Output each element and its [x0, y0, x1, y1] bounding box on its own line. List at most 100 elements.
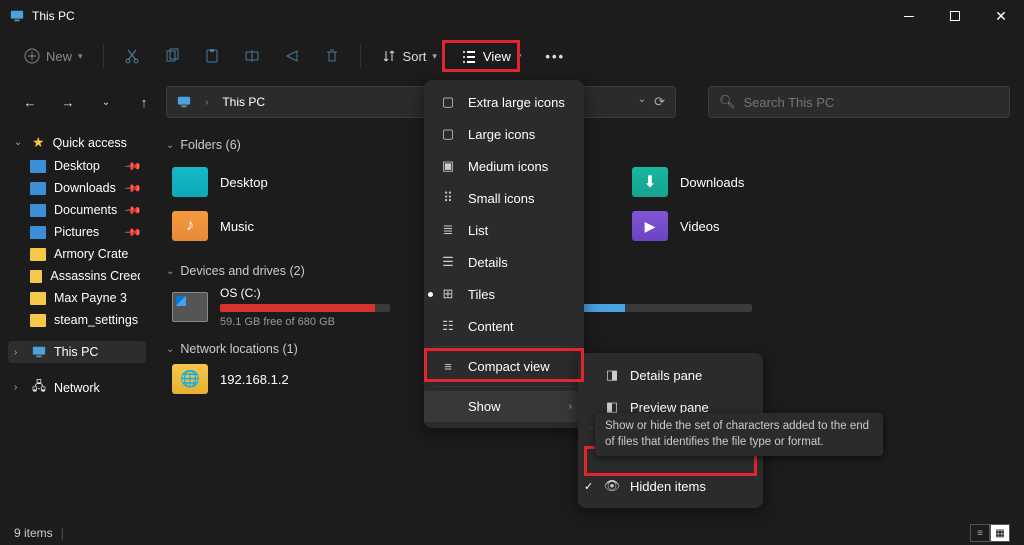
folder-icon	[30, 270, 42, 283]
layout-toggle: ≡ ▦	[970, 524, 1010, 542]
delete-button[interactable]	[314, 42, 350, 70]
folder-icon	[30, 314, 46, 327]
selected-dot-icon	[428, 292, 433, 297]
group-header-drives[interactable]: ⌄Devices and drives (2)	[166, 264, 1008, 278]
more-button[interactable]: •••	[535, 43, 575, 70]
sidebar-item-label: Assassins Creed Uni	[50, 269, 140, 283]
tiles-layout-button[interactable]: ▦	[990, 524, 1010, 542]
folder-item-downloads[interactable]: ⬇Downloads	[632, 160, 832, 204]
separator	[103, 44, 104, 68]
refresh-button[interactable]: ⟳	[654, 94, 665, 110]
this-pc-icon	[177, 95, 191, 109]
menu-item-details[interactable]: ☰ Details	[424, 246, 584, 278]
menu-item-label: Medium icons	[468, 159, 548, 174]
sidebar-item-label: Pictures	[54, 225, 99, 239]
sidebar-label: This PC	[54, 345, 98, 359]
folder-icon	[30, 292, 46, 305]
menu-item-medium-icons[interactable]: ▣Medium icons	[424, 150, 584, 182]
copy-button[interactable]	[154, 42, 190, 70]
group-header-label: Folders (6)	[180, 138, 240, 152]
item-label: Music	[220, 219, 254, 234]
chevron-right-icon: ›	[14, 347, 24, 358]
menu-item-label: Details	[468, 255, 508, 270]
new-label: New	[46, 49, 72, 64]
drive-label: OS (C:)	[220, 286, 390, 300]
menu-item-tiles[interactable]: ⊞Tiles	[424, 278, 584, 310]
menu-item-label: Small icons	[468, 191, 534, 206]
folder-item-desktop[interactable]: Desktop	[172, 160, 372, 204]
sidebar-item-max-payne[interactable]: Max Payne 3	[8, 287, 146, 309]
sidebar-item-pictures[interactable]: Pictures📌	[8, 221, 146, 243]
maximize-button[interactable]	[932, 0, 978, 32]
drive-icon	[172, 292, 208, 322]
large-icon: ▢	[440, 126, 456, 142]
folder-icon	[30, 204, 46, 217]
chevron-down-icon: ⌄	[166, 140, 174, 151]
group-header-folders[interactable]: ⌄ Folders (6)	[166, 138, 1008, 152]
up-button[interactable]: ↑	[128, 86, 160, 118]
sidebar-item-desktop[interactable]: Desktop📌	[8, 155, 146, 177]
highlight-show-item	[424, 348, 584, 382]
menu-item-large-icons[interactable]: ▢Large icons	[424, 118, 584, 150]
item-count-label: 9 items	[14, 526, 53, 540]
chevron-down-icon: ⌄	[166, 266, 174, 277]
search-box[interactable]: 🔍︎	[708, 86, 1010, 118]
menu-separator	[434, 386, 574, 387]
extra-large-icon: ▢	[440, 94, 456, 110]
folder-item-videos[interactable]: ▶Videos	[632, 204, 832, 248]
sidebar-label: Quick access	[53, 136, 127, 150]
rename-button[interactable]	[234, 42, 270, 70]
sidebar-item-documents[interactable]: Documents📌	[8, 199, 146, 221]
paste-button[interactable]	[194, 42, 230, 70]
sidebar-item-label: steam_settings	[54, 313, 138, 327]
address-dropdown-button[interactable]: ⌄	[638, 94, 646, 110]
sidebar-item-armory-crate[interactable]: Armory Crate	[8, 243, 146, 265]
menu-item-show[interactable]: Show›	[424, 391, 584, 422]
content-icon: ☷	[440, 318, 456, 334]
sidebar-item-assassins-creed[interactable]: Assassins Creed Uni	[8, 265, 146, 287]
sort-icon	[381, 48, 397, 64]
back-button[interactable]: ←	[14, 86, 46, 118]
separator	[360, 44, 361, 68]
drive-free-label: 59.1 GB free of 680 GB	[220, 316, 390, 328]
menu-item-label: Extra large icons	[468, 95, 565, 110]
breadcrumb-item[interactable]: This PC	[222, 95, 265, 109]
sort-label: Sort	[403, 49, 427, 64]
check-icon: ✓	[584, 480, 593, 493]
details-icon: ☰	[440, 254, 456, 270]
sidebar-item-downloads[interactable]: Downloads📌	[8, 177, 146, 199]
chevron-down-icon: ⌄	[14, 137, 24, 148]
star-icon: ★	[32, 134, 45, 151]
forward-button[interactable]: →	[52, 86, 84, 118]
sidebar-item-steam-settings[interactable]: steam_settings	[8, 309, 146, 331]
address-bar[interactable]: › This PC ⌄ ⟳	[166, 86, 676, 118]
download-icon: ⬇	[632, 167, 668, 197]
drive-usage-bar-2	[582, 304, 752, 312]
close-button[interactable]: ✕	[978, 0, 1024, 32]
plus-icon	[24, 48, 40, 64]
sidebar-quick-access[interactable]: ⌄ ★ Quick access	[8, 130, 146, 155]
trash-icon	[324, 48, 340, 64]
submenu-item-details-pane[interactable]: ◨Details pane	[578, 359, 763, 391]
menu-item-label: Tiles	[468, 287, 495, 302]
chevron-down-icon: ⌄	[166, 344, 174, 355]
chevron-right-icon: ›	[14, 382, 24, 393]
sidebar-this-pc[interactable]: › This PC	[8, 341, 146, 363]
sort-button[interactable]: Sort ▾	[371, 42, 447, 70]
menu-item-list[interactable]: ≣List	[424, 214, 584, 246]
share-button[interactable]	[274, 42, 310, 70]
menu-item-small-icons[interactable]: ⠿Small icons	[424, 182, 584, 214]
drive-item-os-c[interactable]: OS (C:) 59.1 GB free of 680 GB	[172, 286, 1008, 328]
folder-item-music[interactable]: ♪Music	[172, 204, 372, 248]
new-button[interactable]: New ▾	[14, 42, 93, 70]
menu-item-content[interactable]: ☷Content	[424, 310, 584, 342]
network-folder-icon: 🌐	[172, 364, 208, 394]
search-input[interactable]	[744, 95, 999, 110]
sidebar-item-label: Desktop	[54, 159, 100, 173]
menu-item-extra-large-icons[interactable]: ▢ Extra large icons	[424, 86, 584, 118]
sidebar-network[interactable]: › 🖧 Network	[8, 373, 146, 402]
recent-locations-button[interactable]: ⌄	[90, 86, 122, 118]
cut-button[interactable]	[114, 42, 150, 70]
details-layout-button[interactable]: ≡	[970, 524, 990, 542]
minimize-button[interactable]	[886, 0, 932, 32]
